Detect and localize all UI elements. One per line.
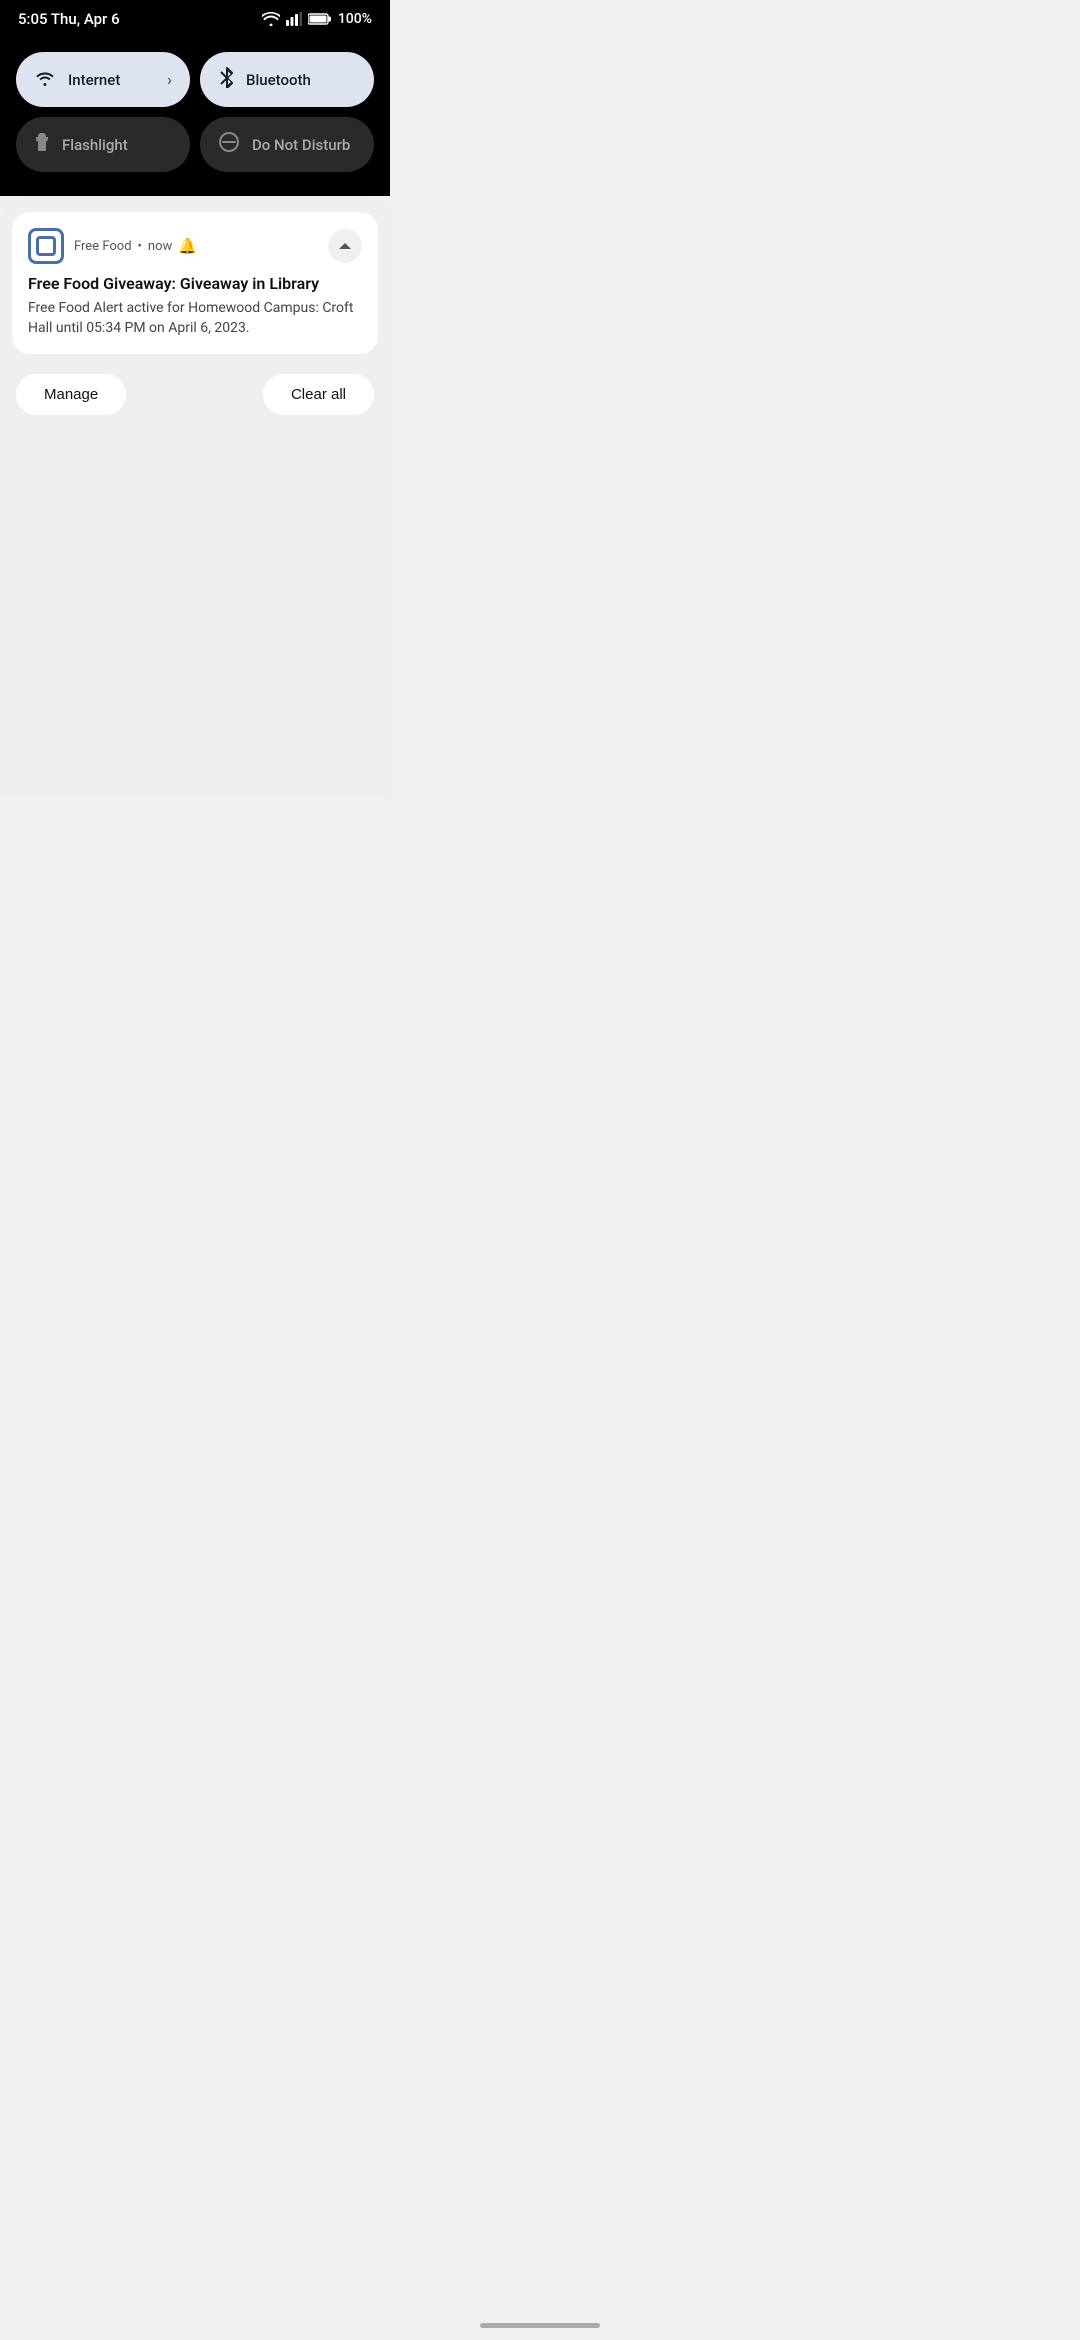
notification-meta: Free Food • now 🔔 <box>74 237 197 255</box>
quick-settings-grid: Internet › Bluetooth Flashlight <box>16 52 374 172</box>
battery-icon <box>308 12 332 26</box>
app-icon-inner <box>36 236 56 256</box>
status-time: 5:05 Thu, Apr 6 <box>18 10 120 28</box>
bluetooth-qs-icon <box>218 66 234 93</box>
quick-settings-panel: Internet › Bluetooth Flashlight <box>0 36 390 196</box>
flashlight-label: Flashlight <box>62 136 172 154</box>
status-bar: 5:05 Thu, Apr 6 100% <box>0 0 390 36</box>
notification-card: Free Food • now 🔔 Free Food Giveaway: Gi… <box>12 212 378 354</box>
notification-app-name: Free Food <box>74 239 132 254</box>
chevron-up-icon <box>337 238 353 254</box>
app-icon <box>28 228 64 264</box>
notification-dot: • <box>138 239 142 254</box>
internet-arrow-icon: › <box>167 70 172 89</box>
qs-tile-dnd[interactable]: Do Not Disturb <box>200 117 374 172</box>
qs-tile-internet[interactable]: Internet › <box>16 52 190 107</box>
flashlight-qs-icon <box>34 131 50 158</box>
home-indicator <box>480 2323 600 2328</box>
notification-time: now <box>148 239 172 254</box>
notification-bell-icon: 🔔 <box>178 237 197 255</box>
clear-all-button[interactable]: Clear all <box>263 374 374 415</box>
battery-percent: 100% <box>338 11 372 27</box>
status-icons: 100% <box>262 11 372 27</box>
notification-body: Free Food Alert active for Homewood Camp… <box>28 299 362 338</box>
dnd-qs-icon <box>218 131 240 158</box>
notifications-area: Free Food • now 🔔 Free Food Giveaway: Gi… <box>0 196 390 796</box>
internet-label: Internet <box>68 71 155 89</box>
wifi-icon <box>262 12 280 26</box>
notification-header: Free Food • now 🔔 <box>28 228 362 264</box>
dnd-label: Do Not Disturb <box>252 136 356 154</box>
signal-icon <box>286 12 302 26</box>
manage-button[interactable]: Manage <box>16 374 126 415</box>
wifi-qs-icon <box>34 68 56 92</box>
notification-expand-button[interactable] <box>328 229 362 263</box>
qs-tile-bluetooth[interactable]: Bluetooth <box>200 52 374 107</box>
notification-title: Free Food Giveaway: Giveaway in Library <box>28 274 362 293</box>
bluetooth-label: Bluetooth <box>246 71 356 89</box>
action-row: Manage Clear all <box>12 366 378 423</box>
qs-tile-flashlight[interactable]: Flashlight <box>16 117 190 172</box>
notification-header-left: Free Food • now 🔔 <box>28 228 197 264</box>
